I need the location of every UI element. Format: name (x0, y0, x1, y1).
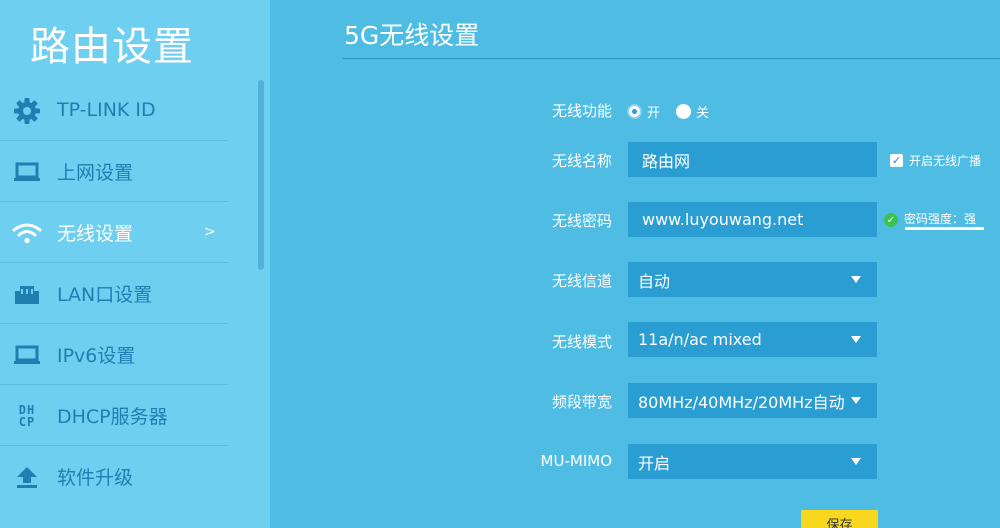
radio-unselected-icon (676, 104, 691, 119)
wireless-on-radio[interactable]: 开 (627, 102, 660, 121)
mumimo-label: MU-MIMO (540, 452, 612, 470)
mode-label: 无线模式 (551, 333, 612, 351)
mode-select[interactable]: 11a/n/ac mixed (628, 322, 877, 357)
ethernet-port-icon (12, 279, 42, 309)
check-circle-icon: ✓ (884, 213, 898, 227)
channel-label: 无线信道 (551, 272, 612, 290)
wireless-off-radio[interactable]: 关 (676, 102, 709, 121)
wifi-icon (12, 218, 42, 248)
sidebar-item-internet[interactable]: 上网设置 (0, 141, 228, 202)
chevron-down-icon (851, 276, 861, 283)
bandwidth-select[interactable]: 80MHz/40MHz/20MHz自动 (628, 383, 877, 418)
sidebar-item-wireless[interactable]: 无线设置 > (0, 202, 228, 263)
page-title: 5G无线设置 (344, 21, 480, 50)
bandwidth-label: 频段带宽 (551, 393, 612, 411)
gear-icon (12, 96, 42, 126)
dhcp-icon: DH CP (18, 403, 36, 429)
radio-selected-icon (627, 104, 642, 119)
sidebar-item-label: 无线设置 (57, 222, 134, 245)
sidebar-item-label: 软件升级 (57, 467, 134, 489)
password-strength-bar (905, 227, 984, 230)
chevron-down-icon (851, 458, 861, 465)
sidebar-item-dhcp[interactable]: DH CP DHCP服务器 (0, 385, 228, 446)
sidebar-item-label: IPv6设置 (57, 344, 136, 367)
broadcast-checkbox[interactable]: ✓ 开启无线广播 (890, 152, 981, 169)
sidebar-scrollbar[interactable] (258, 80, 264, 270)
save-button[interactable]: 保存 (801, 510, 878, 528)
app-title: 路由设置 (30, 24, 194, 70)
chevron-down-icon (851, 397, 861, 404)
sidebar-item-lan[interactable]: LAN口设置 (0, 263, 228, 324)
ssid-input[interactable]: 路由网 (628, 142, 877, 177)
upload-icon (12, 462, 42, 492)
sidebar-item-label: DHCP服务器 (57, 405, 168, 428)
sidebar-nav: TP-LINK ID 上网设置 无线设置 > LAN口设置 IPv6设置 DH … (0, 80, 228, 507)
ssid-label: 无线名称 (551, 152, 612, 170)
password-strength: ✓ 密码强度：强 (884, 209, 976, 227)
password-label: 无线密码 (551, 212, 612, 230)
sidebar-item-label: TP-LINK ID (57, 99, 156, 121)
wireless-function-label: 无线功能 (551, 102, 612, 120)
sidebar-item-ipv6[interactable]: IPv6设置 (0, 324, 228, 385)
password-input[interactable]: www.luyouwang.net (628, 202, 877, 237)
sidebar: 路由设置 TP-LINK ID 上网设置 无线设置 > LAN口设置 IPv6设… (0, 0, 270, 528)
sidebar-item-tplink-id[interactable]: TP-LINK ID (0, 80, 228, 141)
chevron-down-icon (851, 336, 861, 343)
channel-select[interactable]: 自动 (628, 262, 877, 297)
sidebar-item-upgrade[interactable]: 软件升级 (0, 446, 228, 507)
laptop-icon (12, 340, 42, 370)
laptop-icon (12, 157, 42, 187)
sidebar-item-label: 上网设置 (57, 161, 134, 184)
password-strength-text: 密码强度：强 (904, 211, 977, 226)
mumimo-select[interactable]: 开启 (628, 444, 877, 479)
sidebar-item-label: LAN口设置 (57, 283, 153, 306)
checkmark-icon: ✓ (890, 154, 903, 167)
title-divider (343, 58, 1000, 59)
chevron-right-icon: > (204, 224, 216, 240)
